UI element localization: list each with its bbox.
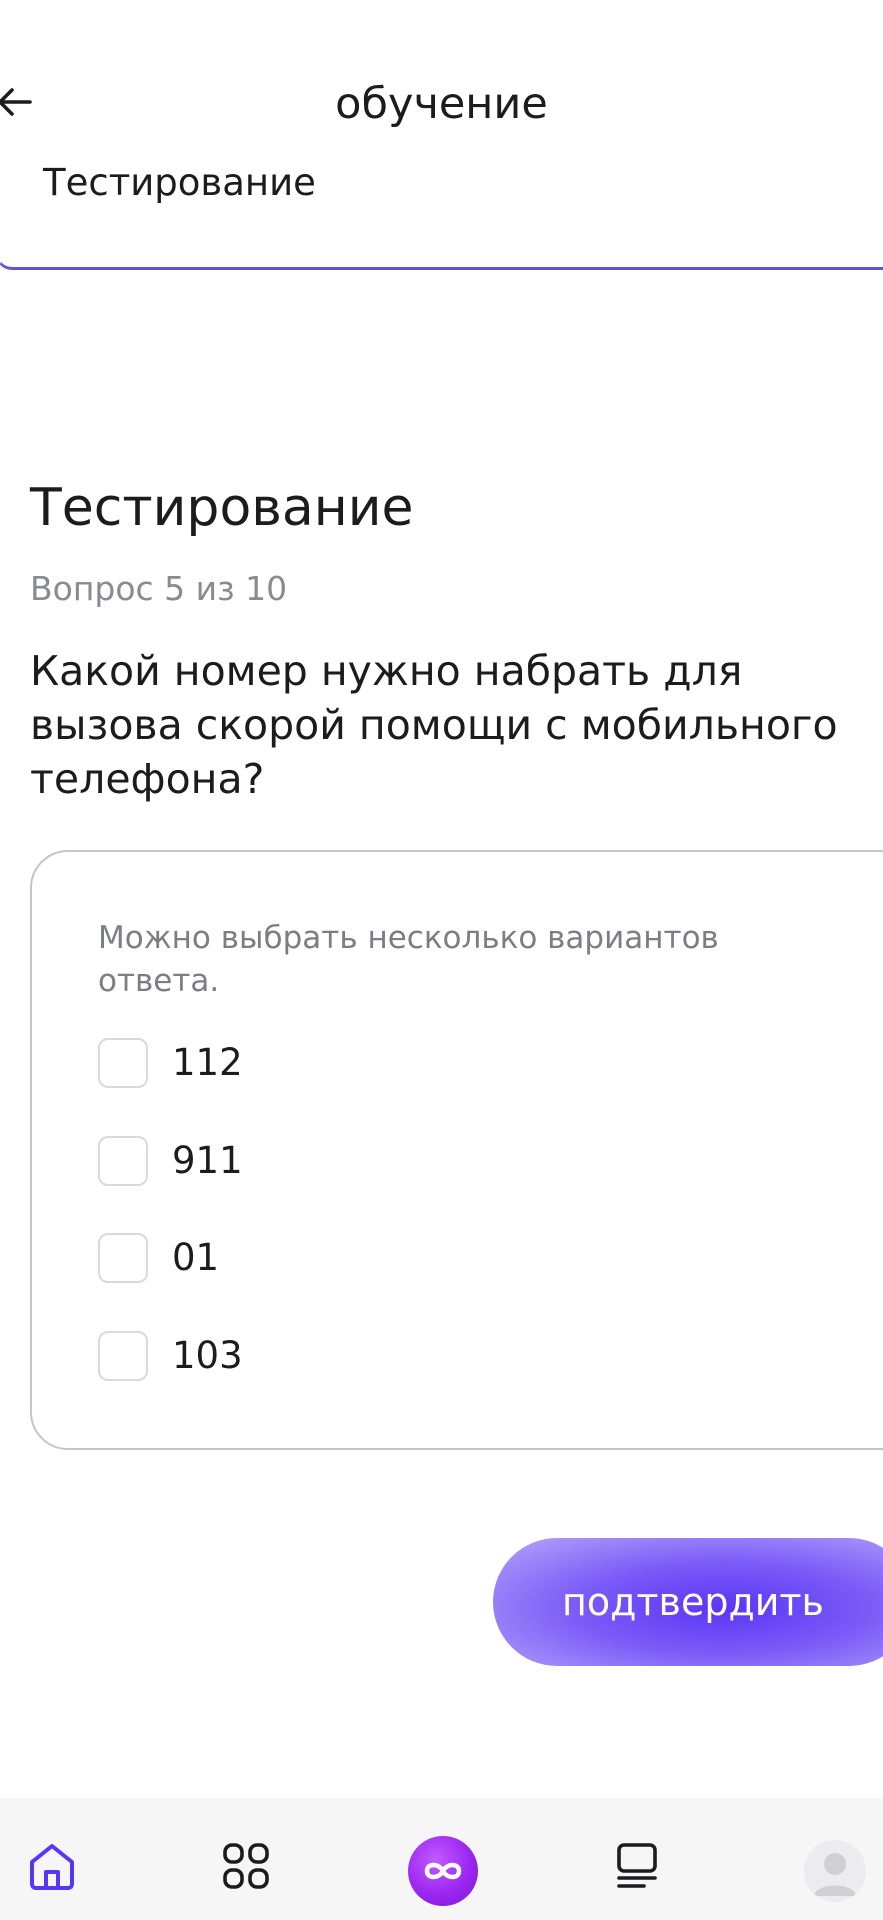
test-title: Тестирование [30,478,414,538]
question-text: Какой номер нужно набрать для вызова ско… [30,647,838,803]
option-label: 911 [172,1139,243,1182]
option-label: 01 [172,1236,220,1279]
nav-list[interactable] [607,1836,667,1896]
answers-hint: Можно выбрать несколько вариантов ответа… [98,920,719,999]
section-card-label: Тестирование [43,161,316,204]
option-01[interactable]: 01 [98,1230,219,1286]
option-label: 112 [172,1041,243,1084]
question-progress: Вопрос 5 из 10 [30,569,288,608]
option-911[interactable]: 911 [98,1133,243,1189]
option-checkbox[interactable] [98,1136,148,1186]
page-title: обучение [335,79,548,129]
nav-center-button[interactable] [408,1836,478,1906]
nav-catalog[interactable] [216,1836,276,1896]
option-checkbox[interactable] [98,1038,148,1088]
home-icon [30,1844,74,1890]
infinity-icon [424,1862,462,1880]
profile-avatar[interactable] [804,1840,866,1902]
header: обучение [0,0,883,160]
option-checkbox[interactable] [98,1331,148,1381]
grid-icon [223,1843,269,1889]
page: обучение Тестирование Тестирование Вопро… [0,0,883,1920]
option-label: 103 [172,1334,243,1377]
option-checkbox[interactable] [98,1233,148,1283]
option-103[interactable]: 103 [98,1328,243,1384]
confirm-button[interactable] [493,1538,883,1666]
avatar-icon [814,1853,856,1896]
option-112[interactable]: 112 [98,1035,243,1091]
list-icon [617,1843,657,1888]
nav-home[interactable] [22,1836,82,1896]
